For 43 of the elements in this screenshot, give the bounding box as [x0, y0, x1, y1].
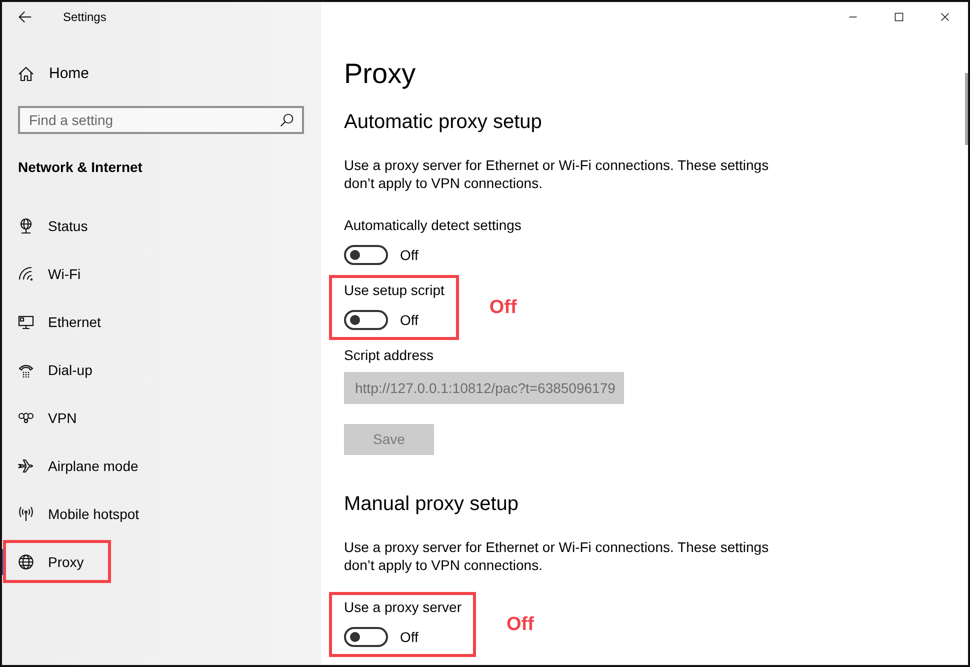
section-description: Use a proxy server for Ethernet or Wi-Fi connections. These settings don’t apply to VPN connections.: [344, 538, 770, 574]
sidebar-item[interactable]: VPN: [18, 408, 77, 428]
globe-stand-icon: [18, 218, 34, 234]
sidebar-item[interactable]: Dial-up: [18, 360, 92, 380]
toggle-state-label: Off: [400, 311, 418, 330]
setting-label: Automatically detect settings: [344, 216, 522, 235]
toggle-switch[interactable]: [344, 310, 388, 330]
sidebar-item[interactable]: Airplane mode: [18, 456, 138, 476]
search-field[interactable]: Find a setting: [18, 106, 304, 134]
section-heading: Automatic proxy setup: [344, 110, 542, 135]
wifi-icon: [18, 266, 34, 282]
sidebar-item[interactable]: Wi-Fi: [18, 264, 81, 284]
setting-label: Use setup script: [344, 281, 444, 300]
annotation-label: Off: [489, 296, 517, 320]
search-icon: [280, 113, 294, 127]
monitor-icon: [18, 314, 34, 330]
home-link[interactable]: Home: [18, 54, 90, 94]
toggle-switch[interactable]: [344, 245, 388, 265]
page-title: Proxy: [344, 57, 416, 91]
scrollbar-thumb[interactable]: [965, 73, 968, 145]
loops-icon: [18, 410, 34, 426]
globe-icon: [18, 554, 34, 570]
setting-label: Use a proxy server: [344, 598, 462, 617]
section-heading: Manual proxy setup: [344, 492, 519, 517]
section-title: Network & Internet: [18, 158, 142, 177]
back-arrow-icon: [18, 10, 32, 24]
close-icon: [939, 11, 951, 23]
toggle-state-label: Off: [400, 628, 418, 647]
toggle-switch[interactable]: [344, 627, 388, 647]
section-description: Use a proxy server for Ethernet or Wi-Fi connections. These settings don’t apply to VPN connections.: [344, 156, 770, 192]
sidebar-item[interactable]: Proxy: [18, 552, 84, 572]
toggle-state-label: Off: [400, 246, 418, 265]
window-title: Settings: [63, 9, 106, 26]
annotation-label: Off: [506, 612, 534, 636]
home-icon: [18, 66, 34, 82]
antenna-icon: [18, 506, 34, 522]
sidebar-item[interactable]: Ethernet: [18, 312, 101, 332]
sidebar-item[interactable]: Status: [18, 216, 88, 236]
airplane-icon: [18, 458, 34, 474]
field-label: Script address: [344, 346, 434, 365]
phone-icon: [18, 362, 34, 378]
maximize-icon: [893, 11, 905, 23]
sidebar-item[interactable]: Mobile hotspot: [18, 504, 140, 524]
